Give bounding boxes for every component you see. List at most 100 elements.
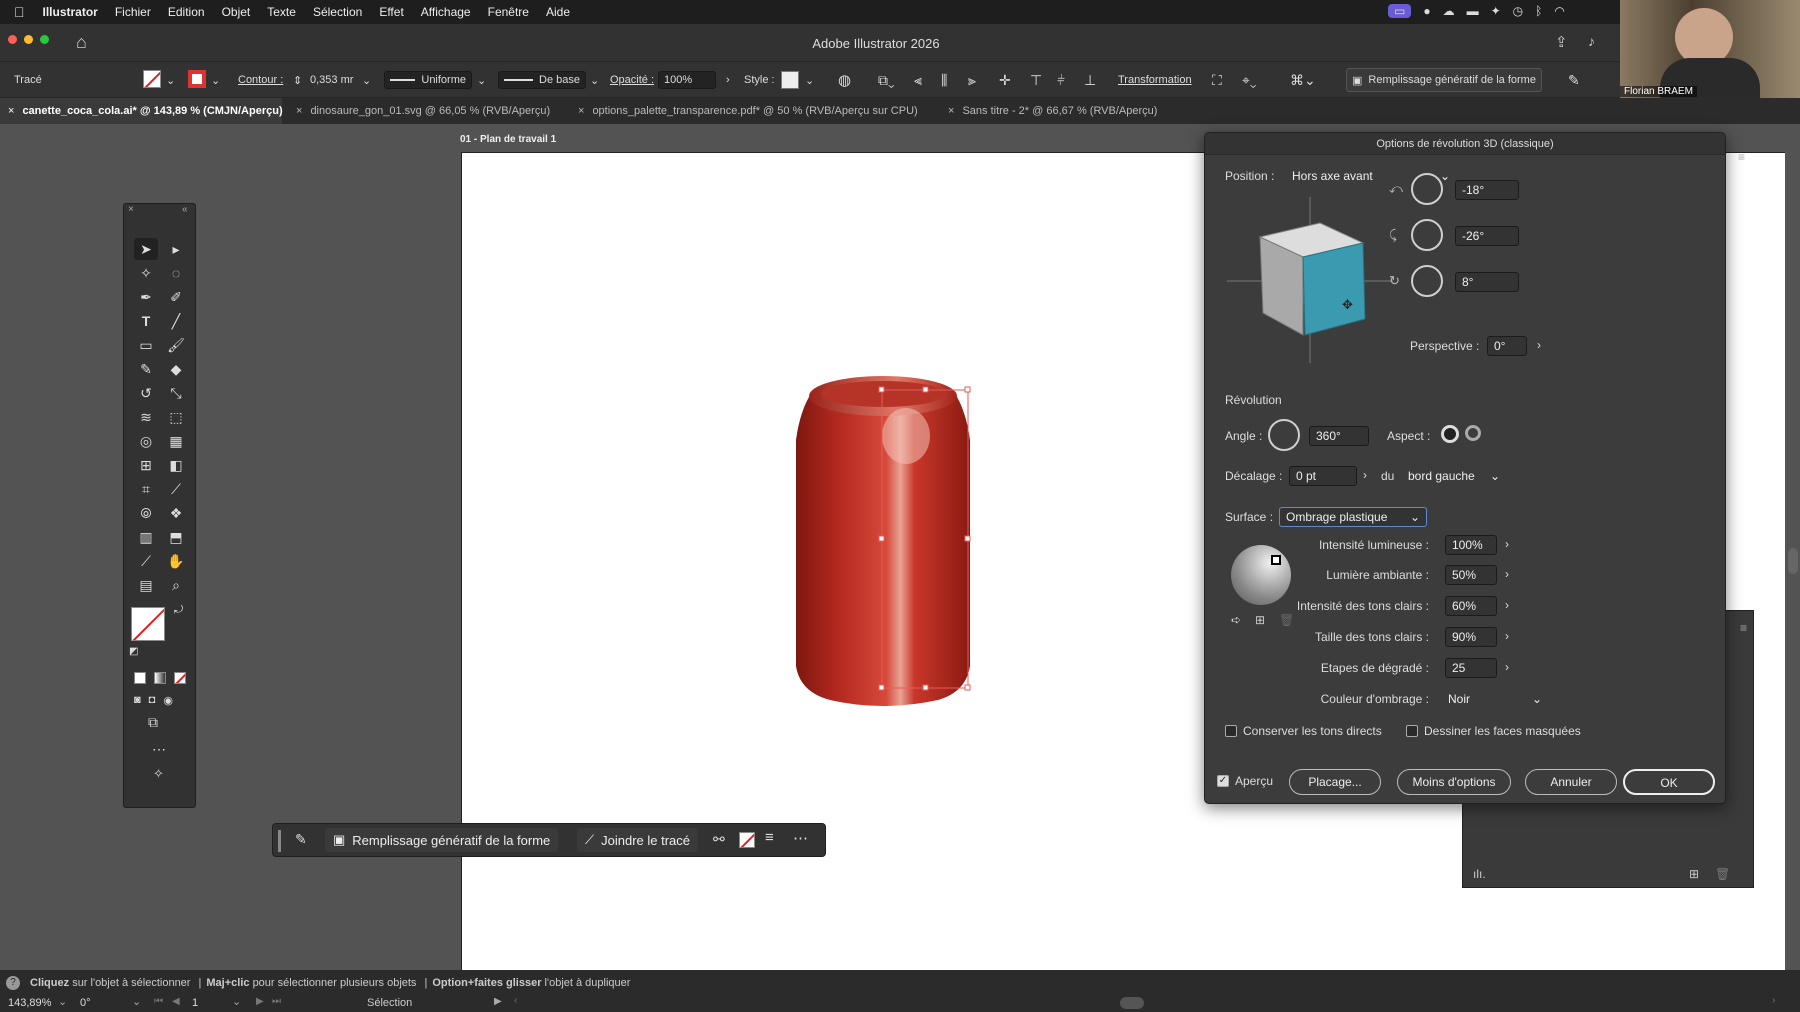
bluetooth-icon[interactable]: ᛒ	[1535, 4, 1542, 18]
toolbox-close-icon[interactable]: ×	[128, 204, 134, 215]
menu-effet[interactable]: Effet	[379, 5, 403, 19]
ctx-generative-fill-button[interactable]: ▣ Remplissage génératif de la forme	[325, 828, 559, 852]
rotate-tool-icon[interactable]: ↺	[134, 382, 158, 404]
ctx-path-tool-icon[interactable]: ⚯	[713, 831, 725, 848]
clock-icon[interactable]: ◷	[1513, 4, 1523, 18]
slice-tool-icon[interactable]: ⟋	[134, 550, 158, 572]
preserve-spot-checkbox[interactable]	[1225, 725, 1237, 737]
symbol-sprayer-tool-icon[interactable]: ❖	[164, 502, 188, 524]
align-center-icon[interactable]: ⫼	[941, 71, 947, 89]
horizontal-scrollbar-thumb[interactable]	[1120, 997, 1144, 1009]
brush-dropdown-icon[interactable]: ⌄	[590, 71, 599, 89]
generative-fill-button[interactable]: ▣ Remplissage génératif de la forme	[1346, 68, 1542, 92]
free-transform-tool-icon[interactable]: ⬚	[164, 406, 188, 428]
selection-handle[interactable]	[964, 535, 971, 542]
menu-objet[interactable]: Objet	[222, 5, 251, 19]
style-swatch[interactable]	[781, 71, 799, 89]
puppet-warp-icon[interactable]: ⌖⌄	[1242, 71, 1257, 89]
soda-can-artwork[interactable]	[790, 370, 980, 706]
eraser-tool-icon[interactable]: ◆	[164, 358, 188, 380]
fill-swatch[interactable]	[143, 70, 161, 88]
perspective-arrow-icon[interactable]: ›	[1537, 338, 1541, 352]
scroll-left-icon[interactable]: ‹	[514, 995, 517, 1006]
ambient-light-arrow-icon[interactable]: ›	[1505, 567, 1509, 581]
brush-select[interactable]: De base	[498, 71, 586, 89]
tab-close-icon[interactable]: ×	[296, 105, 302, 117]
highlight-intensity-field[interactable]: 60%	[1445, 596, 1497, 616]
menu-selection[interactable]: Sélection	[313, 5, 362, 19]
stroke-width-dropdown-icon[interactable]: ⌄	[362, 71, 371, 89]
artboard-dropdown-icon[interactable]: ⌄	[232, 995, 241, 1008]
draw-inside-icon[interactable]: ◉	[163, 694, 173, 707]
opacity-field[interactable]: 100%	[658, 71, 716, 89]
tab-sans-titre[interactable]: × Sans titre - 2* @ 66,67 % (RVB/Aperçu)	[948, 98, 1157, 124]
align-left-icon[interactable]: ⫷	[914, 71, 922, 89]
recolor-icon[interactable]: ◍	[838, 71, 851, 89]
selection-handle[interactable]	[922, 684, 929, 691]
prev-artboard-icon[interactable]: ◀	[172, 996, 180, 1007]
draw-hidden-checkbox[interactable]	[1406, 725, 1418, 737]
ctx-grip-icon[interactable]	[278, 830, 281, 852]
zoom-dropdown-icon[interactable]: ⌄	[58, 995, 67, 1008]
menu-edition[interactable]: Edition	[168, 5, 205, 19]
perspective-field[interactable]: 0°	[1487, 336, 1527, 356]
shade-color-select[interactable]: Noir ⌄	[1441, 689, 1549, 709]
ctx-fill-stroke-icon[interactable]	[739, 832, 755, 848]
opacity-label[interactable]: Opacité :	[610, 71, 654, 89]
tab-close-icon[interactable]: ×	[8, 105, 14, 117]
fewer-options-button[interactable]: Moins d'options	[1397, 769, 1511, 795]
menu-fichier[interactable]: Fichier	[115, 5, 151, 19]
share-icon[interactable]: ⇪	[1555, 33, 1568, 51]
light-intensity-field[interactable]: 100%	[1445, 535, 1497, 555]
wifi-icon[interactable]: ◠	[1554, 4, 1564, 18]
status-arrow-icon[interactable]: ▶	[494, 996, 502, 1007]
new-light-icon[interactable]: ⊞	[1255, 613, 1265, 627]
offset-edge-select[interactable]: bord gauche ⌄	[1401, 466, 1507, 486]
pen-tool-icon[interactable]: ✒	[134, 286, 158, 308]
draw-behind-icon[interactable]: ◘	[149, 694, 156, 707]
lasso-tool-icon[interactable]: ◌	[164, 262, 188, 284]
stroke-dropdown-icon[interactable]: ⌄	[211, 71, 220, 89]
rotation-cube-preview[interactable]: ✥	[1225, 195, 1395, 365]
notification-icon[interactable]: ♪	[1588, 33, 1595, 49]
print-tiling-tool-icon[interactable]: ▤	[134, 574, 158, 596]
zoom-field[interactable]: 143,89%	[8, 997, 51, 1009]
aspect-solid-icon[interactable]	[1441, 425, 1459, 443]
artboard-tool-icon[interactable]: ⬒	[164, 526, 188, 548]
stroke-label[interactable]: Contour :	[238, 71, 283, 89]
blend-steps-arrow-icon[interactable]: ›	[1505, 660, 1509, 674]
layers-delete-icon[interactable]: 🗑	[1715, 867, 1730, 881]
angle-field[interactable]: 360°	[1309, 426, 1369, 446]
preview-checkbox[interactable]: ✓	[1217, 775, 1229, 787]
line-tool-icon[interactable]: ╱	[164, 310, 188, 332]
align-right-icon[interactable]: ⫸	[968, 71, 976, 89]
sparkle-icon[interactable]: ✦	[1491, 4, 1501, 18]
align-bottom-icon[interactable]: ⊥	[1084, 71, 1096, 89]
rotate-y-dial[interactable]	[1411, 219, 1443, 251]
menu-texte[interactable]: Texte	[267, 5, 296, 19]
offset-arrow-icon[interactable]: ›	[1363, 468, 1367, 482]
default-colors-icon[interactable]: ◩	[129, 646, 138, 657]
tab-canette[interactable]: × canette_coca_cola.ai* @ 143,89 % (CMJN/…	[0, 98, 283, 124]
swap-colors-icon[interactable]: ⤾	[174, 604, 183, 617]
light-source-marker[interactable]	[1271, 555, 1281, 565]
align-to-icon[interactable]: ⧉⌄	[878, 71, 895, 89]
selection-handle[interactable]	[878, 386, 885, 393]
fill-color-swatch[interactable]	[131, 607, 165, 641]
aspect-hollow-icon[interactable]	[1465, 425, 1481, 441]
rotate-z-dial[interactable]	[1411, 265, 1443, 297]
color-mode-icon[interactable]	[134, 672, 146, 684]
cube-front-face[interactable]	[1302, 242, 1366, 336]
highlight-intensity-arrow-icon[interactable]: ›	[1505, 598, 1509, 612]
blend-tool-icon[interactable]: ⦾	[134, 502, 158, 524]
highlight-size-field[interactable]: 90%	[1445, 627, 1497, 647]
rotation-dropdown-icon[interactable]: ⌄	[132, 995, 141, 1008]
gradient-tool-icon[interactable]: ◧	[164, 454, 188, 476]
selection-handle[interactable]	[922, 386, 929, 393]
ctx-join-path-button[interactable]: ⟋ Joindre le tracé	[577, 828, 698, 852]
vertical-scrollbar-thumb[interactable]	[1788, 548, 1798, 574]
menu-affichage[interactable]: Affichage	[421, 5, 471, 19]
stroke-swatch[interactable]	[188, 70, 206, 88]
perspective-grid-tool-icon[interactable]: ▦	[164, 430, 188, 452]
shaper-tool-icon[interactable]: ✎	[134, 358, 158, 380]
